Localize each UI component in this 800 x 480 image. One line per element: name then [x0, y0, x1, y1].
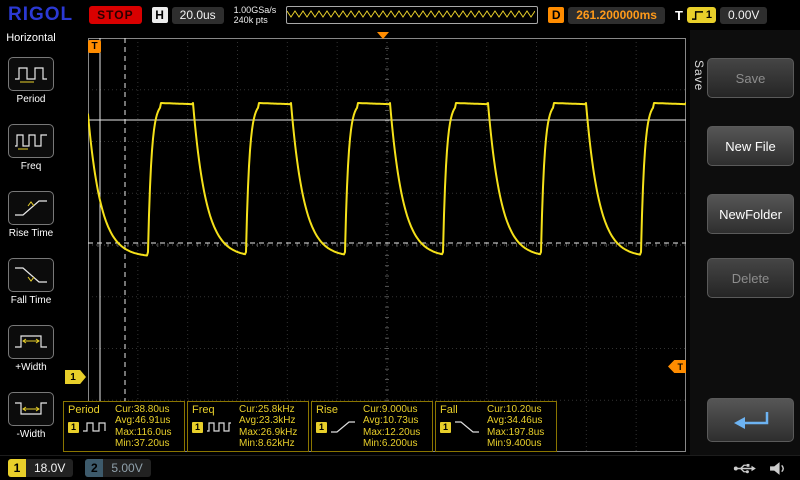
- delay-label: D: [548, 7, 564, 23]
- measurement-min: Min:9.400us: [487, 438, 552, 449]
- menu-item-label: +Width: [15, 362, 46, 373]
- run-state-badge[interactable]: STOP: [89, 6, 141, 24]
- waveform-plot: [88, 38, 686, 452]
- plus-width-icon: [8, 325, 54, 359]
- rise-icon: [330, 420, 356, 434]
- trigger-time-marker-icon[interactable]: [377, 32, 389, 39]
- trigger-channel: 1: [706, 9, 712, 21]
- fall-time-icon: [8, 258, 54, 292]
- measurement-cur: Cur:10.20us: [487, 404, 552, 415]
- measurement-avg: Avg:34.46us: [487, 415, 552, 426]
- delay-value: 261.200000ms: [568, 7, 665, 24]
- measurement-min: Min:6.200us: [363, 438, 428, 449]
- period-icon: [82, 420, 108, 434]
- measurement-avg: Avg:23.3kHz: [239, 415, 304, 426]
- minus-width-icon: [8, 392, 54, 426]
- menu-item-period[interactable]: Period: [2, 47, 60, 114]
- trigger-label: T: [675, 8, 683, 23]
- memory-depth: 240k pts: [234, 15, 277, 25]
- top-status-bar: RIGOL STOP H 20.0us 1.00GSa/s 240k pts D…: [0, 0, 800, 30]
- menu-item-label: -Width: [17, 429, 46, 440]
- channel2-badge: 2: [85, 459, 103, 477]
- channel-badge: 1: [192, 422, 203, 433]
- measurement-label: Freq: [192, 404, 239, 416]
- measurement-label: Period: [68, 404, 115, 416]
- acquisition-info: 1.00GSa/s 240k pts: [234, 5, 277, 25]
- speaker-icon: [769, 461, 788, 476]
- back-button[interactable]: [707, 398, 794, 442]
- scope-display-area: T T 1: [62, 30, 690, 455]
- freq-icon: [8, 124, 54, 158]
- measurement-max: Max:197.8us: [487, 427, 552, 438]
- delete-button[interactable]: Delete: [707, 258, 794, 298]
- measurement-max: Max:26.9kHz: [239, 427, 304, 438]
- menu-item-plus-width[interactable]: +Width: [2, 315, 60, 382]
- menu-item-label: Freq: [21, 161, 42, 172]
- measurement-panel: Period 1 Cur:38.80us Avg:46.91us Max:116…: [63, 401, 557, 452]
- channel1-status[interactable]: 1 18.0V: [8, 459, 73, 477]
- measurement-max: Max:12.20us: [363, 427, 428, 438]
- fall-icon: [454, 420, 480, 434]
- new-folder-button[interactable]: NewFolder: [707, 194, 794, 234]
- channel-status-bar: 1 18.0V 2 5.00V: [0, 455, 800, 480]
- save-button[interactable]: Save: [707, 58, 794, 98]
- sample-rate: 1.00GSa/s: [234, 5, 277, 15]
- freq-icon: [206, 420, 232, 434]
- channel1-ground-marker[interactable]: 1: [65, 370, 86, 384]
- timebase-value: 20.0us: [172, 7, 224, 24]
- horizontal-position-preview: [286, 6, 538, 24]
- channel1-badge: 1: [8, 459, 26, 477]
- menu-item-label: Rise Time: [9, 228, 53, 239]
- channel2-scale: 5.00V: [103, 461, 150, 475]
- channel1-scale: 18.0V: [26, 461, 73, 475]
- horizontal-label: H: [152, 7, 168, 23]
- usb-icon: [733, 462, 757, 475]
- rigol-logo: RIGOL: [8, 4, 73, 26]
- measurement-min: Min:37.20us: [115, 438, 180, 449]
- menu-item-label: Period: [17, 94, 46, 105]
- rising-edge-icon: [691, 10, 704, 21]
- channel-badge: 1: [316, 422, 327, 433]
- measurement-cur: Cur:25.8kHz: [239, 404, 304, 415]
- new-file-button[interactable]: New File: [707, 126, 794, 166]
- period-icon: [8, 57, 54, 91]
- menu-tab-save: Save: [692, 60, 706, 91]
- measurement-label: Rise: [316, 404, 363, 416]
- measurement-period: Period 1 Cur:38.80us Avg:46.91us Max:116…: [63, 401, 185, 452]
- measurement-rise: Rise 1 Cur:9.000us Avg:10.73us Max:12.20…: [311, 401, 433, 452]
- trigger-source-badge: 1: [687, 7, 716, 23]
- menu-item-rise-time[interactable]: Rise Time: [2, 181, 60, 248]
- measurement-label: Fall: [440, 404, 487, 416]
- oscilloscope-screen: RIGOL STOP H 20.0us 1.00GSa/s 240k pts D…: [0, 0, 800, 480]
- channel-badge: 1: [68, 422, 79, 433]
- timebase-control[interactable]: H 20.0us: [152, 7, 224, 24]
- measurement-cur: Cur:38.80us: [115, 404, 180, 415]
- measurement-cur: Cur:9.000us: [363, 404, 428, 415]
- channel2-status[interactable]: 2 5.00V: [85, 459, 150, 477]
- measure-item-menu: Horizontal Period Freq: [0, 30, 62, 455]
- trigger-control[interactable]: T 1 0.00V: [675, 7, 767, 24]
- measurement-avg: Avg:10.73us: [363, 415, 428, 426]
- trigger-level-value: 0.00V: [720, 7, 767, 24]
- softkey-menu: Save Save New File NewFolder Delete: [690, 30, 800, 455]
- measurement-freq: Freq 1 Cur:25.8kHz Avg:23.3kHz Max:26.9k…: [187, 401, 309, 452]
- preview-waveform-icon: [287, 7, 535, 23]
- rise-time-icon: [8, 191, 54, 225]
- measurement-fall: Fall 1 Cur:10.20us Avg:34.46us Max:197.8…: [435, 401, 557, 452]
- menu-item-label: Fall Time: [11, 295, 52, 306]
- measurement-avg: Avg:46.91us: [115, 415, 180, 426]
- menu-item-freq[interactable]: Freq: [2, 114, 60, 181]
- measurement-min: Min:8.62kHz: [239, 438, 304, 449]
- delay-control[interactable]: D 261.200000ms: [548, 7, 665, 24]
- measure-menu-title: Horizontal: [6, 32, 56, 47]
- return-arrow-icon: [727, 407, 775, 433]
- menu-item-fall-time[interactable]: Fall Time: [2, 248, 60, 315]
- trigger-position-marker: T: [88, 40, 101, 53]
- measurement-max: Max:116.0us: [115, 427, 180, 438]
- channel-badge: 1: [440, 422, 451, 433]
- menu-item-minus-width[interactable]: -Width: [2, 382, 60, 449]
